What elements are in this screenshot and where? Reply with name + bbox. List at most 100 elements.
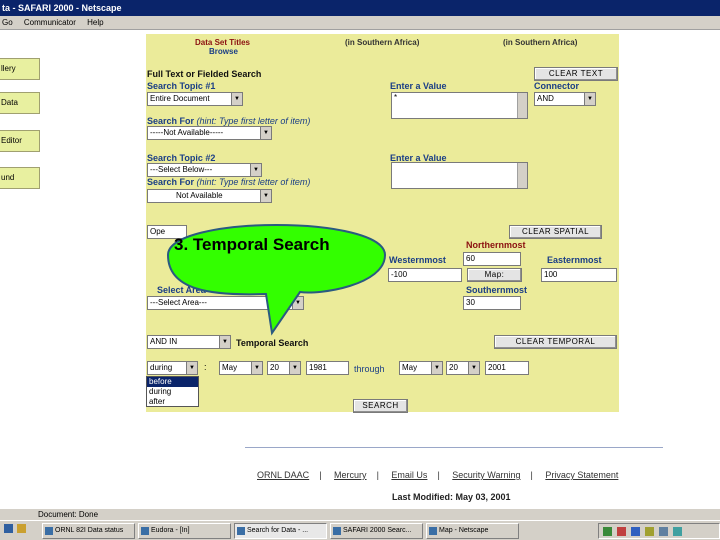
clear-temporal-button[interactable]: CLEAR TEMPORAL bbox=[494, 335, 617, 349]
select-area-value: ---Select Area--- bbox=[150, 298, 207, 307]
start-year-input[interactable]: 1981 bbox=[306, 361, 349, 375]
enter-value-2-textarea[interactable] bbox=[391, 162, 528, 189]
task-label: Map - Netscape bbox=[439, 527, 489, 534]
chevron-down-icon: ▼ bbox=[468, 362, 479, 374]
chevron-down-icon: ▼ bbox=[292, 297, 303, 309]
end-month-select[interactable]: May ▼ bbox=[399, 361, 443, 375]
enter-value-1-textarea[interactable]: * bbox=[391, 92, 528, 119]
through-label: through bbox=[354, 364, 385, 374]
temporal-mode-select[interactable]: AND IN ▼ bbox=[147, 335, 231, 349]
sidebar-item-editor[interactable]: Editor bbox=[0, 130, 40, 152]
southernmost-label: Southernmost bbox=[466, 285, 528, 295]
option-after[interactable]: after bbox=[147, 397, 198, 407]
window-icon bbox=[237, 527, 245, 535]
sidebar-item-und[interactable]: und bbox=[0, 167, 40, 189]
taskbar-task-ornl[interactable]: ORNL 82I Data status bbox=[42, 523, 135, 539]
start-day-select[interactable]: 20 ▼ bbox=[267, 361, 301, 375]
start-month-value: May bbox=[222, 363, 238, 372]
tray-icon[interactable] bbox=[617, 527, 626, 536]
northernmost-input[interactable]: 60 bbox=[463, 252, 521, 266]
tray-icon[interactable] bbox=[645, 527, 654, 536]
footer-link-privacy-statement[interactable]: Privacy Statement bbox=[545, 470, 618, 480]
chevron-down-icon: ▼ bbox=[186, 362, 197, 374]
sidebar-item-data[interactable]: Data bbox=[0, 92, 40, 114]
chevron-down-icon: ▼ bbox=[219, 336, 230, 348]
search-form-panel: Data Set Titles Browse (in Southern Afri… bbox=[146, 34, 619, 413]
footer-link-email-us[interactable]: Email Us bbox=[391, 470, 427, 480]
chevron-down-icon: ▼ bbox=[250, 164, 261, 176]
start-day-value: 20 bbox=[270, 363, 279, 372]
system-tray bbox=[598, 523, 720, 539]
taskbar-task-eudora[interactable]: Eudora - [In] bbox=[138, 523, 231, 539]
southern-africa-header-2: (in Southern Africa) bbox=[503, 38, 578, 47]
temporal-colon: : bbox=[204, 362, 207, 372]
temporal-search-label: Temporal Search bbox=[236, 338, 309, 348]
tray-icon[interactable] bbox=[603, 527, 612, 536]
end-year-input[interactable]: 2001 bbox=[485, 361, 529, 375]
tray-icon[interactable] bbox=[631, 527, 640, 536]
full-text-title: Full Text or Fielded Search bbox=[147, 69, 262, 79]
westernmost-label: Westernmost bbox=[389, 255, 446, 265]
southernmost-input[interactable]: 30 bbox=[463, 296, 521, 310]
taskbar-task-map-netscape[interactable]: Map - Netscape bbox=[426, 523, 519, 539]
chevron-down-icon: ▼ bbox=[431, 362, 442, 374]
task-label: ORNL 82I Data status bbox=[55, 527, 124, 534]
search-topic-1-select[interactable]: Entire Document ▼ bbox=[147, 92, 243, 106]
northernmost-label: Northernmost bbox=[466, 240, 526, 250]
search-topic-1-value: Entire Document bbox=[150, 94, 210, 103]
search-topic-2-label: Search Topic #2 bbox=[147, 153, 216, 163]
temporal-op-dropdown-list[interactable]: before during after bbox=[146, 376, 199, 407]
westernmost-input[interactable]: -100 bbox=[388, 268, 462, 282]
search-for-2-label: Search For (hint: Type first letter of i… bbox=[147, 177, 310, 187]
easternmost-input[interactable]: 100 bbox=[541, 268, 617, 282]
menu-go[interactable]: Go bbox=[2, 18, 13, 27]
chevron-down-icon: ▼ bbox=[251, 362, 262, 374]
tray-icon[interactable] bbox=[659, 527, 668, 536]
spatial-select-value: Ope bbox=[150, 227, 166, 236]
end-day-select[interactable]: 20 ▼ bbox=[446, 361, 480, 375]
search-for-1-label: Search For (hint: Type first letter of i… bbox=[147, 116, 310, 126]
taskbar-task-search-for-data[interactable]: Search for Data - ... bbox=[234, 523, 327, 539]
end-day-value: 20 bbox=[449, 363, 458, 372]
search-button[interactable]: SEARCH bbox=[353, 399, 408, 413]
start-month-select[interactable]: May ▼ bbox=[219, 361, 263, 375]
footer-links: ORNL DAAC | Mercury | Email Us | Security W… bbox=[257, 470, 619, 480]
sidebar-item-gallery[interactable]: llery bbox=[0, 58, 40, 80]
search-for-1-select[interactable]: -----Not Available----- ▼ bbox=[147, 126, 272, 140]
chevron-down-icon: ▼ bbox=[231, 93, 242, 105]
clear-spatial-button[interactable]: CLEAR SPATIAL bbox=[509, 225, 602, 239]
taskbar-task-safari-search[interactable]: SAFARI 2000 Searc... bbox=[330, 523, 423, 539]
quicklaunch-icon[interactable] bbox=[17, 524, 26, 533]
footer-link-mercury[interactable]: Mercury bbox=[334, 470, 367, 480]
menu-communicator[interactable]: Communicator bbox=[24, 18, 76, 27]
status-text: Document: Done bbox=[38, 510, 99, 519]
option-before[interactable]: before bbox=[147, 377, 198, 387]
callout-text: 3. Temporal Search bbox=[174, 235, 330, 254]
scrollbar[interactable] bbox=[517, 163, 527, 188]
search-topic-2-select[interactable]: ---Select Below--- ▼ bbox=[147, 163, 262, 177]
connector-select[interactable]: AND ▼ bbox=[534, 92, 596, 106]
search-for-1-value: -----Not Available----- bbox=[150, 128, 224, 137]
tray-icon[interactable] bbox=[673, 527, 682, 536]
scrollbar[interactable] bbox=[517, 93, 527, 118]
southern-africa-header-1: (in Southern Africa) bbox=[345, 38, 420, 47]
chevron-down-icon: ▼ bbox=[584, 93, 595, 105]
clear-text-button[interactable]: CLEAR TEXT bbox=[534, 67, 618, 81]
window-icon bbox=[45, 527, 53, 535]
enter-value-1-text: * bbox=[394, 93, 398, 102]
search-for-2-select[interactable]: Not Available ▼ bbox=[147, 189, 272, 203]
temporal-op-select[interactable]: during ▼ bbox=[147, 361, 198, 375]
status-bar: Document: Done bbox=[0, 508, 720, 520]
footer-link-ornl-daac[interactable]: ORNL DAAC bbox=[257, 470, 309, 480]
browse-link[interactable]: Browse bbox=[209, 47, 238, 56]
map-button[interactable]: Map: bbox=[467, 268, 522, 282]
window-icon bbox=[429, 527, 437, 535]
search-for-1-text: Search For bbox=[147, 116, 195, 126]
data-set-titles-header[interactable]: Data Set Titles bbox=[195, 38, 250, 47]
option-during[interactable]: during bbox=[147, 387, 198, 397]
quicklaunch-icon[interactable] bbox=[4, 524, 13, 533]
menu-help[interactable]: Help bbox=[87, 18, 103, 27]
footer-link-security-warning[interactable]: Security Warning bbox=[452, 470, 520, 480]
connector-label: Connector bbox=[534, 81, 579, 91]
select-area-select[interactable]: ---Select Area--- ▼ bbox=[147, 296, 304, 310]
